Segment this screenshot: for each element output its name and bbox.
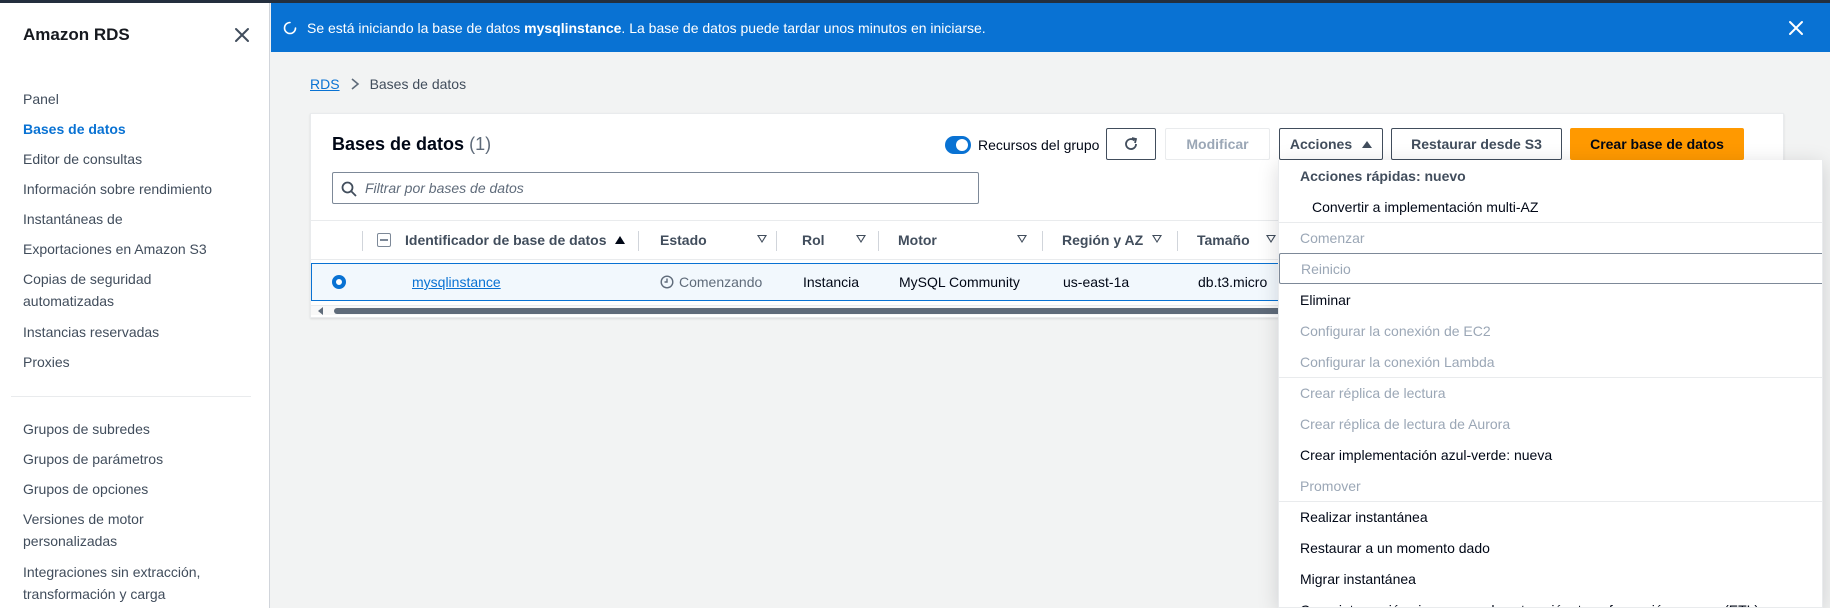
menu-item-create-aurora-read-replica: Crear réplica de lectura de Aurora [1300, 415, 1511, 432]
cell-status: Comenzando [660, 264, 762, 300]
flash-message-suffix: . La base de datos puede tardar unos min… [621, 20, 986, 36]
menu-item-configure-ec2: Configurar la conexión de EC2 [1300, 322, 1491, 339]
sidebar-item-performance-insights[interactable]: Información sobre rendimiento [23, 178, 212, 200]
sort-icon[interactable] [1017, 235, 1027, 243]
menu-item-create-zero-etl[interactable]: Crear integración sin proceso de extracc… [1279, 594, 1822, 608]
header-identifier[interactable]: Identificador de base de datos [405, 221, 625, 259]
close-icon[interactable] [232, 25, 252, 45]
sidebar-item-proxies[interactable]: Proxies [23, 351, 70, 373]
sidebar-title: Amazon RDS [23, 25, 130, 44]
sidebar-item-parameter-groups[interactable]: Grupos de parámetros [23, 448, 163, 470]
sidebar-item-custom-engine-versions[interactable]: Versiones de motor personalizadas [23, 508, 183, 552]
header-identifier-label: Identificador de base de datos [405, 232, 607, 248]
caret-up-icon [1362, 140, 1373, 148]
clock-icon [660, 275, 674, 289]
search-icon [341, 181, 357, 197]
column-separator [362, 231, 363, 251]
breadcrumb: RDS Bases de datos [310, 76, 466, 92]
collapse-all-icon[interactable] [377, 233, 391, 247]
table-count: (1) [469, 134, 492, 154]
column-separator [776, 231, 777, 251]
header-engine[interactable]: Motor [898, 221, 937, 259]
restore-from-s3-button[interactable]: Restaurar desde S3 [1391, 128, 1562, 160]
search-input[interactable] [365, 173, 965, 203]
scroll-left-icon[interactable] [318, 307, 323, 315]
breadcrumb-rds[interactable]: RDS [310, 76, 340, 92]
flash-message-prefix: Se está iniciando la base de datos [307, 20, 525, 36]
cell-engine: MySQL Community [899, 274, 1020, 290]
sidebar-divider [11, 396, 251, 397]
loading-spinner-icon [283, 21, 297, 35]
status-text: Comenzando [679, 274, 763, 290]
menu-item-delete[interactable]: Eliminar [1279, 284, 1822, 315]
menu-item-start: Comenzar [1300, 229, 1365, 246]
chevron-right-icon [351, 78, 359, 90]
group-resources-label: Recursos del grupo [978, 137, 1100, 153]
sidebar-item-snapshots[interactable]: Instantáneas de [23, 208, 123, 230]
sidebar-item-reserved-instances[interactable]: Instancias reservadas [23, 321, 159, 343]
group-resources-toggle[interactable] [945, 136, 971, 154]
header-role[interactable]: Rol [802, 221, 825, 259]
sidebar-item-panel[interactable]: Panel [23, 88, 59, 110]
menu-item-migrate-snapshot[interactable]: Migrar instantánea [1279, 563, 1822, 594]
column-separator [1042, 231, 1043, 251]
filter-search [332, 172, 979, 204]
page-title: Bases de datos (1) [332, 134, 491, 155]
create-database-button[interactable]: Crear base de datos [1570, 128, 1744, 160]
menu-item-convert-multi-az[interactable]: Convertir a implementación multi-AZ [1279, 191, 1822, 222]
flash-notification: Se está iniciando la base de datos mysql… [271, 3, 1830, 52]
menu-item-promote: Promover [1300, 477, 1361, 494]
refresh-button[interactable] [1106, 128, 1156, 160]
header-status[interactable]: Estado [660, 221, 707, 259]
db-identifier-link[interactable]: mysqlinstance [412, 274, 501, 290]
header-region-az[interactable]: Región y AZ [1062, 221, 1143, 259]
cell-region-az: us-east-1a [1063, 274, 1130, 290]
sidebar-item-automated-backups[interactable]: Copias de seguridad automatizadas [23, 268, 203, 312]
breadcrumb-current: Bases de datos [369, 76, 467, 92]
modify-button[interactable]: Modificar [1165, 128, 1270, 160]
sidebar-item-s3-exports[interactable]: Exportaciones en Amazon S3 [23, 238, 207, 260]
cell-size: db.t3.micro [1198, 274, 1268, 290]
flash-message: Se está iniciando la base de datos mysql… [307, 20, 986, 36]
refresh-icon [1125, 137, 1138, 150]
sidebar-item-databases[interactable]: Bases de datos [23, 118, 126, 140]
menu-item-create-blue-green[interactable]: Crear implementación azul-verde: nueva [1279, 439, 1822, 470]
column-separator [1177, 231, 1178, 251]
menu-item-reboot: Reinicio [1279, 253, 1822, 284]
sidebar-item-subnet-groups[interactable]: Grupos de subredes [23, 418, 150, 440]
row-select-radio[interactable] [332, 275, 346, 289]
sidebar-item-query-editor[interactable]: Editor de consultas [23, 148, 142, 170]
menu-item-create-read-replica: Crear réplica de lectura [1300, 384, 1446, 401]
header-size[interactable]: Tamaño [1197, 221, 1250, 259]
actions-button[interactable]: Acciones [1279, 128, 1383, 160]
close-icon[interactable] [1786, 18, 1806, 38]
side-navigation: Amazon RDS Panel Bases de datos Editor d… [0, 3, 270, 608]
sort-icon[interactable] [856, 235, 866, 243]
table-title: Bases de datos [332, 134, 465, 154]
cell-identifier: mysqlinstance [412, 264, 501, 300]
cell-role: Instancia [803, 274, 860, 290]
menu-item-configure-lambda: Configurar la conexión Lambda [1300, 353, 1495, 370]
sort-icon[interactable] [757, 235, 767, 243]
sidebar-item-option-groups[interactable]: Grupos de opciones [23, 478, 148, 500]
sort-icon[interactable] [1152, 235, 1162, 243]
column-separator [638, 231, 639, 251]
sort-ascending-icon [614, 236, 625, 244]
actions-dropdown-menu: Acciones rápidas: nuevo Convertir a impl… [1278, 160, 1823, 608]
column-separator [878, 231, 879, 251]
menu-item-take-snapshot[interactable]: Realizar instantánea [1279, 501, 1822, 532]
sidebar-item-zero-etl-integrations[interactable]: Integraciones sin extracción, transforma… [23, 561, 223, 605]
menu-item-restore-point-in-time[interactable]: Restaurar a un momento dado [1279, 532, 1822, 563]
sort-icon[interactable] [1266, 235, 1276, 243]
flash-db-name: mysqlinstance [524, 20, 622, 36]
actions-label: Acciones [1289, 136, 1353, 152]
menu-group-quick-actions: Acciones rápidas: nuevo [1300, 167, 1466, 184]
